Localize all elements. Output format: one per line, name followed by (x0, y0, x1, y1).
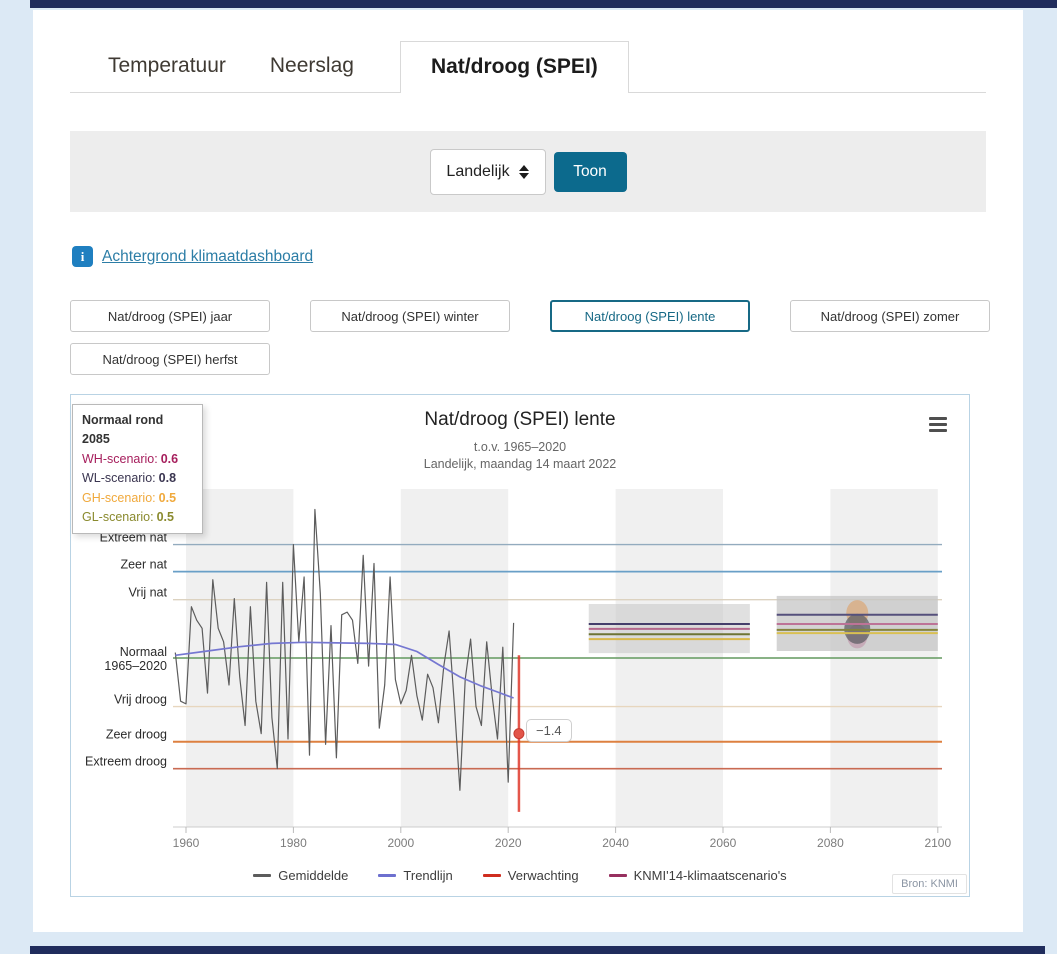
legend-label: Verwachting (507, 868, 579, 883)
gemiddelde-swatch (253, 874, 272, 877)
scenario-row-gl: GL-scenario: 0.5 (82, 508, 193, 527)
info-icon[interactable]: i (72, 246, 93, 267)
season-button-zomer[interactable]: Nat/droog (SPEI) zomer (790, 300, 990, 332)
select-caret-icon (518, 164, 529, 179)
filter-toolbar: Landelijk Toon (70, 131, 986, 212)
y-category-label: Extreem droog (85, 755, 167, 769)
bottom-edge-bar (30, 946, 1045, 954)
season-button-row: Nat/droog (SPEI) jaar Nat/droog (SPEI) w… (70, 300, 990, 332)
y-category-label: Vrij droog (114, 693, 167, 707)
verwachting-swatch (482, 874, 501, 877)
x-tick-label: 2060 (710, 836, 737, 850)
scenario-tooltip: Normaal rond 2085 WH-scenario: 0.6 WL-sce… (72, 404, 203, 535)
season-button-lente[interactable]: Nat/droog (SPEI) lente (550, 300, 750, 332)
scenario-row-value: 0.8 (158, 471, 177, 486)
x-tick-label: 2100 (924, 836, 951, 850)
scenario-row-label: WH-scenario: (82, 451, 158, 466)
tab-bar: Temperatuur Neerslag Nat/droog (SPEI) (70, 41, 986, 93)
y-category-label: Normaal 1965–2020 (104, 645, 167, 673)
region-select-value: Landelijk (446, 162, 510, 180)
season-button-winter[interactable]: Nat/droog (SPEI) winter (310, 300, 510, 332)
season-button-jaar[interactable]: Nat/droog (SPEI) jaar (70, 300, 270, 332)
x-tick-label: 2000 (387, 836, 414, 850)
scenario-blob (844, 613, 871, 644)
chart-panel: Normaal rond 2085 WH-scenario: 0.6 WL-sce… (70, 394, 970, 897)
season-button-row-2: Nat/droog (SPEI) herfst (70, 343, 270, 375)
legend-item-trendlijn[interactable]: Trendlijn (378, 868, 453, 883)
scenario-row-wh: WH-scenario: 0.6 (82, 450, 193, 469)
scenario-row-gh: GH-scenario: 0.5 (82, 489, 193, 508)
chart-legend: Gemiddelde Trendlijn Verwachting KNMI'14… (71, 868, 969, 883)
x-tick-label: 1980 (280, 836, 307, 850)
x-tick-label: 2080 (817, 836, 844, 850)
source-label: Bron: KNMI (892, 874, 967, 894)
scenario-row-value: 0.6 (160, 451, 179, 466)
scenario-row-value: 0.5 (158, 490, 177, 505)
tab-temperatuur[interactable]: Temperatuur (86, 41, 248, 92)
legend-item-gemiddelde[interactable]: Gemiddelde (253, 868, 348, 883)
legend-item-scenarios[interactable]: KNMI'14-klimaatscenario's (608, 868, 787, 883)
spei-chart: Extreem natZeer natVrij natNormaal 1965–2… (85, 489, 951, 850)
trendlijn-swatch (378, 874, 397, 877)
x-tick-label: 2020 (495, 836, 522, 850)
legend-label: Gemiddelde (278, 868, 349, 883)
legend-label: Trendlijn (403, 868, 453, 883)
tab-neerslag[interactable]: Neerslag (248, 41, 376, 92)
tab-nat-droog-spei[interactable]: Nat/droog (SPEI) (399, 41, 629, 93)
scenario-row-label: GL-scenario: (82, 509, 154, 524)
x-tick-label: 2040 (602, 836, 629, 850)
page: Temperatuur Neerslag Nat/droog (SPEI) La… (0, 0, 1057, 954)
point-tooltip: −1.4 (526, 719, 572, 742)
season-button-herfst[interactable]: Nat/droog (SPEI) herfst (70, 343, 270, 375)
scenario-row-value: 0.5 (156, 509, 174, 524)
scenario-row-label: GH-scenario: (82, 490, 156, 505)
region-select[interactable]: Landelijk (429, 148, 546, 195)
y-category-label: Vrij nat (129, 586, 168, 600)
scenario-row-label: WL-scenario: (82, 471, 156, 486)
scenarios-swatch (608, 874, 627, 877)
content-card: Temperatuur Neerslag Nat/droog (SPEI) La… (33, 10, 1023, 932)
legend-label: KNMI'14-klimaatscenario's (633, 868, 787, 883)
y-category-label: Zeer nat (120, 558, 167, 572)
info-row: i Achtergrond klimaatdashboard (72, 246, 313, 267)
scenario-row-wl: WL-scenario: 0.8 (82, 469, 193, 488)
toon-button[interactable]: Toon (553, 151, 627, 192)
scenario-tooltip-title: Normaal rond 2085 (82, 413, 164, 447)
x-tick-label: 1960 (173, 836, 200, 850)
legend-item-verwachting[interactable]: Verwachting (482, 868, 579, 883)
verwachting-dot[interactable] (513, 728, 525, 740)
y-category-label: Zeer droog (106, 728, 167, 742)
achtergrond-link[interactable]: Achtergrond klimaatdashboard (102, 248, 313, 266)
top-edge-bar (30, 0, 1057, 8)
